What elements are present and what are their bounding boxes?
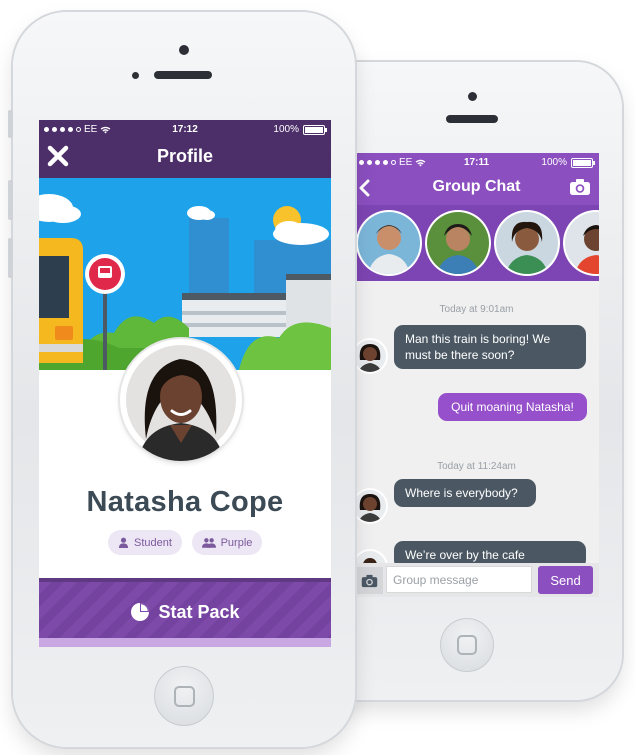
member-avatar[interactable]	[565, 212, 599, 274]
sender-avatar[interactable]	[354, 490, 386, 522]
status-bar: EE 17:11 100%	[354, 153, 599, 173]
timestamp: Today at 9:01am	[439, 304, 514, 315]
message-bubble-outgoing: Quit moaning Natasha!	[438, 393, 587, 421]
timestamp: Today at 11:24am	[437, 461, 516, 472]
stat-pack-button[interactable]: Stat Pack	[39, 578, 331, 642]
profile-header: EE 17:12 100% Profile	[39, 120, 331, 178]
mute-switch	[8, 110, 13, 138]
camera-icon[interactable]	[356, 567, 383, 594]
page-title: Profile	[156, 146, 213, 166]
battery-icon	[303, 124, 327, 135]
home-button[interactable]	[440, 618, 494, 672]
battery-status: 100%	[273, 124, 327, 135]
group-members-strip	[354, 205, 599, 281]
battery-percent: 100%	[273, 124, 299, 135]
send-button[interactable]: Send	[538, 566, 593, 594]
battery-icon	[571, 157, 595, 168]
group-badge-label: Purple	[220, 536, 253, 549]
group-badge[interactable]: Purple	[192, 530, 262, 555]
profile-name: Natasha Cope	[86, 486, 284, 518]
chat-header: EE 17:11 100% Group Chat	[354, 153, 599, 205]
message-bubble-incoming: Where is everybody?	[394, 479, 536, 507]
bottom-accent-strip	[39, 638, 331, 647]
group-message-input[interactable]	[386, 566, 532, 593]
phone-profile: EE 17:12 100% Profile Natasha Cope Stude…	[8, 12, 355, 747]
sender-avatar[interactable]	[354, 340, 386, 372]
chat-thread: Today at 9:01am Man this train is boring…	[354, 281, 599, 583]
person-icon	[118, 537, 129, 548]
camera-icon[interactable]	[569, 178, 591, 201]
earpiece-speaker	[154, 71, 212, 79]
volume-down-button	[8, 238, 13, 278]
profile-avatar[interactable]	[120, 339, 242, 461]
member-avatar[interactable]	[427, 212, 489, 274]
home-square-icon	[457, 635, 477, 655]
front-camera	[468, 92, 477, 101]
pie-chart-icon	[131, 603, 150, 621]
message-composer: Send	[354, 563, 599, 597]
member-avatar[interactable]	[496, 212, 558, 274]
chat-title: Group Chat	[432, 178, 521, 195]
volume-up-button	[8, 180, 13, 220]
front-camera	[179, 45, 189, 55]
member-avatar[interactable]	[358, 212, 420, 274]
group-chat-screen: EE 17:11 100% Group Chat Today at 9:01am…	[354, 153, 599, 597]
profile-screen: EE 17:12 100% Profile Natasha Cope Stude…	[39, 120, 331, 647]
earpiece-speaker	[446, 115, 498, 123]
home-button[interactable]	[154, 666, 214, 726]
battery-status: 100%	[541, 157, 595, 168]
role-badge-label: Student	[134, 536, 172, 549]
role-badge[interactable]: Student	[108, 530, 182, 555]
home-square-icon	[174, 686, 195, 707]
stat-pack-label: Stat Pack	[158, 601, 240, 622]
battery-percent: 100%	[541, 157, 567, 168]
group-icon	[201, 538, 216, 548]
message-bubble-incoming: Man this train is boring! We must be the…	[394, 325, 586, 369]
status-bar: EE 17:12 100%	[39, 120, 331, 140]
proximity-sensor	[132, 72, 139, 79]
